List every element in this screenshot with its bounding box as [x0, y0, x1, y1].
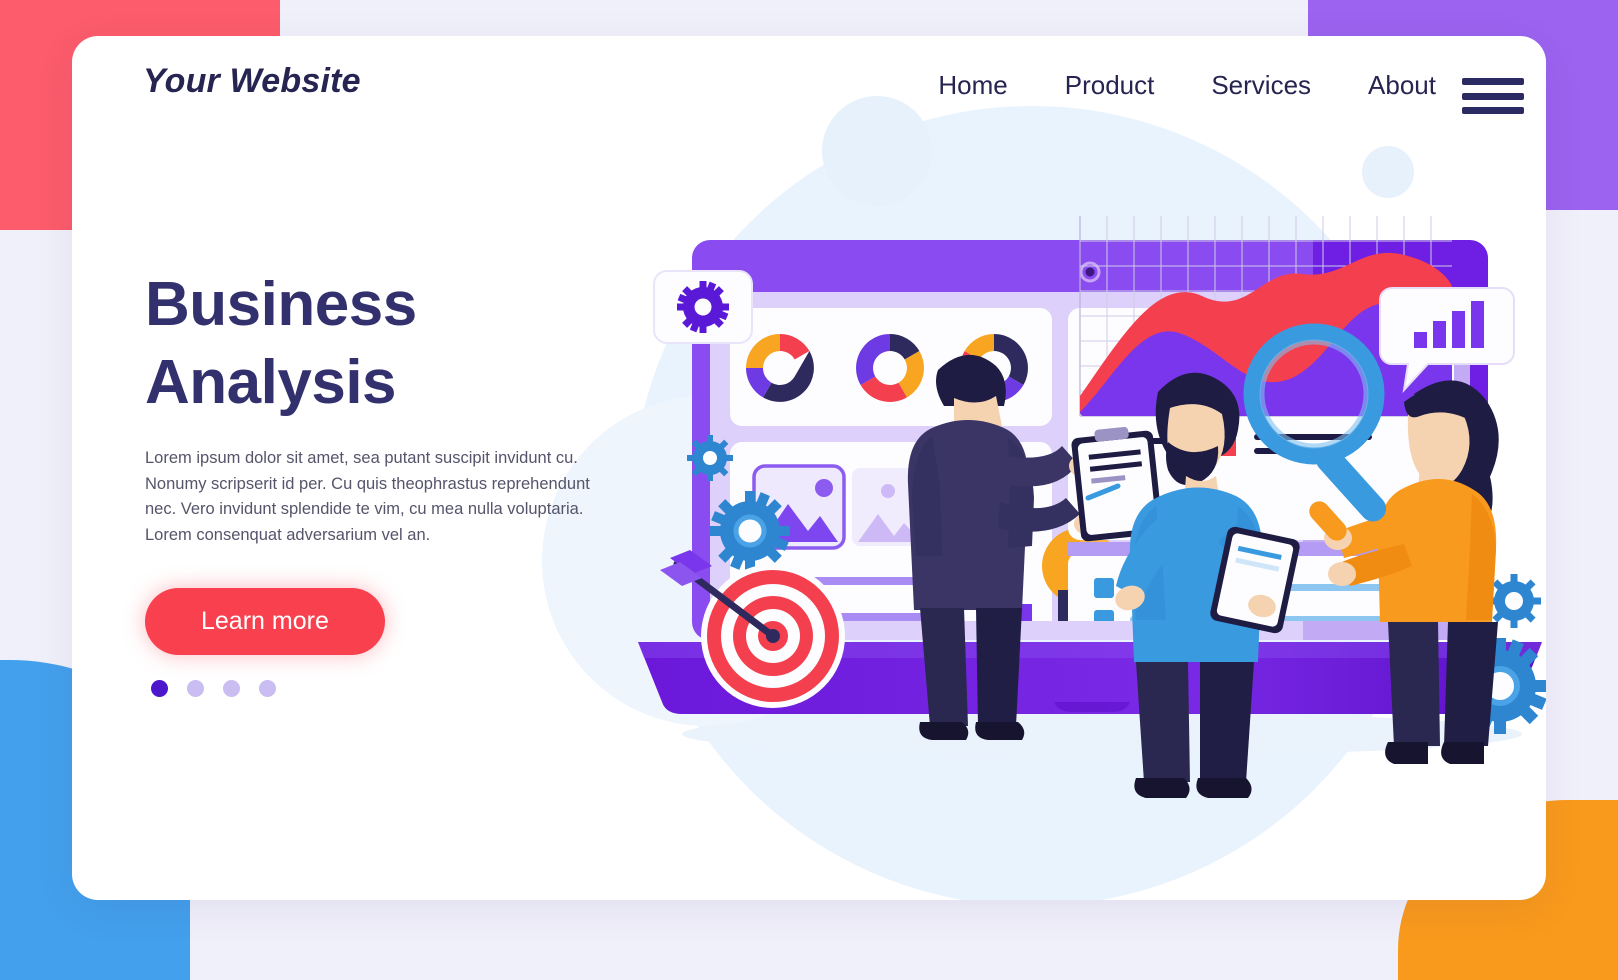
nav-item-services[interactable]: Services	[1211, 70, 1311, 101]
hamburger-icon[interactable]	[1462, 74, 1524, 118]
nav-item-home[interactable]: Home	[938, 70, 1007, 101]
business-analysis-illustration	[602, 146, 1546, 846]
hero-section: Business Analysis Lorem ipsum dolor sit …	[145, 266, 705, 698]
site-header: Your Website Home Product Services About	[72, 36, 1546, 156]
site-logo[interactable]: Your Website	[143, 62, 361, 101]
hero-paragraph: Lorem ipsum dolor sit amet, sea putant s…	[145, 449, 590, 544]
nav-item-about[interactable]: About	[1368, 70, 1436, 101]
hamburger-bar-3	[1462, 107, 1524, 114]
hamburger-bar-1	[1462, 78, 1524, 85]
landing-card: Your Website Home Product Services About…	[72, 36, 1546, 900]
main-nav: Home Product Services About	[938, 70, 1436, 101]
nav-item-product[interactable]: Product	[1065, 70, 1155, 101]
learn-more-button[interactable]: Learn more	[145, 588, 385, 656]
page-title: Business Analysis	[145, 266, 705, 422]
page-title-line-2: Analysis	[145, 348, 397, 418]
page-title-line-1: Business	[145, 270, 417, 339]
carousel-dot-4[interactable]	[259, 680, 276, 698]
hamburger-bar-2	[1462, 92, 1524, 100]
carousel-dot-1[interactable]	[151, 680, 168, 698]
carousel-dots	[145, 680, 705, 698]
carousel-dot-3[interactable]	[223, 680, 240, 698]
page-root: Your Website Home Product Services About…	[0, 0, 1618, 980]
carousel-dot-2[interactable]	[187, 680, 204, 698]
